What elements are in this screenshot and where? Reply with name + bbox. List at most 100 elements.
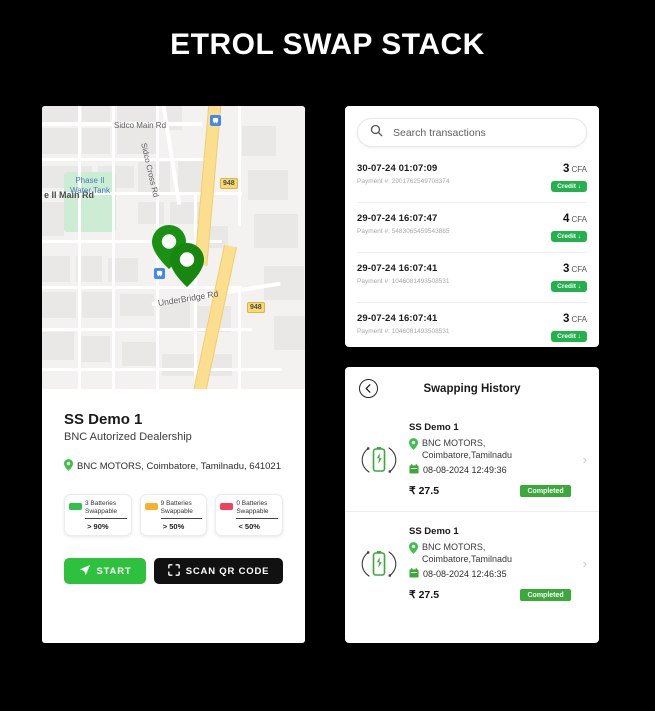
tx-amount: 3 — [563, 163, 570, 175]
tx-date: 29-07-24 16:07:47 — [357, 213, 438, 224]
page-title: ETROL SWAP STACK — [170, 28, 485, 61]
status-badge: Credit ↓ — [551, 331, 587, 342]
search-wrapper — [345, 106, 599, 153]
history-datetime: 08-08-2024 12:46:35 — [423, 569, 507, 579]
calendar-icon — [409, 464, 419, 476]
table-row[interactable]: 29-07-24 16:07:41 Payment #: 10460814935… — [357, 303, 587, 347]
tx-date: 29-07-24 16:07:41 — [357, 263, 438, 274]
tx-right: 3 CFA Credit ↓ — [551, 313, 587, 343]
battery-icon-red — [220, 503, 234, 510]
status-badge: Credit ↓ — [551, 181, 587, 192]
chevron-right-icon[interactable]: › — [583, 452, 587, 467]
station-actions: START SCAN QR CODE — [64, 558, 283, 584]
history-location-line1: BNC MOTORS, — [422, 542, 486, 552]
history-location-text: BNC MOTORS, Coimbatore,Tamilnadu — [422, 437, 512, 461]
battery-chip-medium[interactable]: 9 Batteries Swappable > 50% — [139, 494, 208, 536]
tx-payment-ref: Payment #: 1046081493508531 — [357, 278, 450, 285]
history-price: ₹ 27.5 — [409, 485, 440, 497]
park-label-line1: Phase II — [75, 176, 105, 185]
history-item-body: SS Demo 1 BNC MOTORS, Coimbatore,Tamilna… — [409, 526, 571, 601]
battery-chip-high[interactable]: 3 Batteries Swappable > 90% — [64, 494, 132, 536]
status-badge: Completed — [520, 589, 571, 601]
history-location-text: BNC MOTORS, Coimbatore,Tamilnadu — [422, 541, 512, 565]
highway-shield-bottom: 948 — [247, 302, 265, 313]
history-station-name: SS Demo 1 — [409, 526, 459, 537]
map-marker-station-2[interactable] — [170, 243, 204, 292]
tx-currency: CFA — [571, 265, 587, 274]
start-button-label: START — [96, 565, 132, 577]
app-root: ETROL SWAP STACK Sidco Main Rd Sidco Cro… — [0, 0, 655, 711]
park-label-line2: Water Tank — [69, 186, 110, 195]
tx-right: 3 CFA Credit ↓ — [551, 263, 587, 293]
station-address-text: BNC MOTORS, Coimbatore, Tamilnadu, 64102… — [77, 461, 281, 472]
history-item-footer: ₹ 27.5 Completed — [409, 485, 571, 497]
history-datetime-row: 08-08-2024 12:49:36 — [409, 464, 571, 476]
tx-currency: CFA — [571, 215, 587, 224]
tx-amount: 3 — [563, 313, 570, 325]
history-item-body: SS Demo 1 BNC MOTORS, Coimbatore,Tamilna… — [409, 422, 571, 497]
history-item-footer: ₹ 27.5 Completed — [409, 589, 571, 601]
transit-stop-icon-top — [210, 115, 221, 126]
tx-currency: CFA — [571, 165, 587, 174]
scan-qr-button[interactable]: SCAN QR CODE — [154, 558, 283, 584]
map-pin-icon — [409, 542, 418, 557]
tx-payment-ref: Payment #: 5483065459543885 — [357, 228, 450, 235]
status-badge: Completed — [520, 485, 571, 497]
battery-icon-orange — [144, 503, 158, 510]
history-datetime-row: 08-08-2024 12:46:35 — [409, 568, 571, 580]
history-location-line1: BNC MOTORS, — [422, 438, 486, 448]
tx-right: 3 CFA Credit ↓ — [551, 163, 587, 193]
tx-date: 29-07-24 16:07:41 — [357, 313, 438, 324]
map-pin-icon — [409, 438, 418, 453]
battery-chip-low[interactable]: 0 Batteries Swappable < 50% — [215, 494, 284, 536]
chip-percent: > 90% — [87, 522, 109, 531]
history-location-row: BNC MOTORS, Coimbatore,Tamilnadu — [409, 437, 571, 461]
chip-swappable-label: Swappable — [160, 508, 193, 515]
history-station-name: SS Demo 1 — [409, 422, 459, 433]
history-title: Swapping History — [423, 382, 521, 395]
list-item[interactable]: SS Demo 1 BNC MOTORS, Coimbatore,Tamilna… — [345, 512, 599, 615]
list-item[interactable]: SS Demo 1 BNC MOTORS, Coimbatore,Tamilna… — [345, 408, 599, 512]
tx-amount: 3 — [563, 263, 570, 275]
swapping-history-panel: Swapping History SS Demo 1 BNC MOTORS, C… — [345, 367, 599, 643]
history-header: Swapping History — [345, 367, 599, 408]
table-row[interactable]: 29-07-24 16:07:47 Payment #: 54830654595… — [357, 203, 587, 253]
status-badge: Credit ↓ — [551, 281, 587, 292]
station-name: SS Demo 1 — [64, 411, 143, 428]
search-box[interactable] — [357, 118, 587, 147]
transactions-panel: 30-07-24 01:07:09 Payment #: 29017625497… — [345, 106, 599, 347]
table-row[interactable]: 30-07-24 01:07:09 Payment #: 29017625497… — [357, 153, 587, 203]
tx-right: 4 CFA Credit ↓ — [551, 213, 587, 243]
chip-swappable-label: Swappable — [85, 508, 118, 515]
chip-count-label: 3 Batteries — [85, 500, 117, 507]
tx-currency: CFA — [571, 315, 587, 324]
tx-amount: 4 — [563, 213, 570, 225]
search-icon — [370, 124, 383, 142]
history-location-line2: Coimbatore,Tamilnadu — [422, 554, 513, 564]
chip-percent: > 50% — [162, 522, 185, 531]
map-view[interactable]: Sidco Main Rd Sidco Cross Rd e II Main R… — [42, 106, 305, 389]
transactions-list: 30-07-24 01:07:09 Payment #: 29017625497… — [345, 153, 599, 347]
battery-icon-green — [69, 503, 82, 510]
map-pin-icon — [64, 459, 73, 474]
tx-left: 29-07-24 16:07:47 Payment #: 54830654595… — [357, 213, 450, 235]
scan-qr-button-label: SCAN QR CODE — [185, 565, 270, 577]
chevron-right-icon[interactable]: › — [583, 556, 587, 571]
tx-left: 29-07-24 16:07:41 Payment #: 10460814935… — [357, 263, 450, 285]
chip-count-label: 9 Batteries — [160, 500, 192, 507]
highway-shield-top: 948 — [220, 178, 238, 189]
chip-count-label: 0 Batteries — [236, 500, 268, 507]
station-details-card: SS Demo 1 BNC Autorized Dealership BNC M… — [42, 389, 305, 643]
back-arrow-icon[interactable] — [359, 379, 378, 398]
search-input[interactable] — [393, 126, 574, 139]
station-subtitle: BNC Autorized Dealership — [64, 431, 192, 443]
tx-payment-ref: Payment #: 2901762549708374 — [357, 178, 450, 185]
station-address-row: BNC MOTORS, Coimbatore, Tamilnadu, 64102… — [64, 459, 283, 474]
qr-scan-icon — [167, 563, 180, 579]
chip-swappable-label: Swappable — [236, 508, 269, 515]
start-button[interactable]: START — [64, 558, 146, 584]
map-label-water-tank: Phase II Water Tank — [64, 176, 116, 196]
battery-swap-icon — [359, 438, 399, 482]
map-label-sidco-main-rd: Sidco Main Rd — [114, 121, 167, 130]
table-row[interactable]: 29-07-24 16:07:41 Payment #: 10460814935… — [357, 253, 587, 303]
